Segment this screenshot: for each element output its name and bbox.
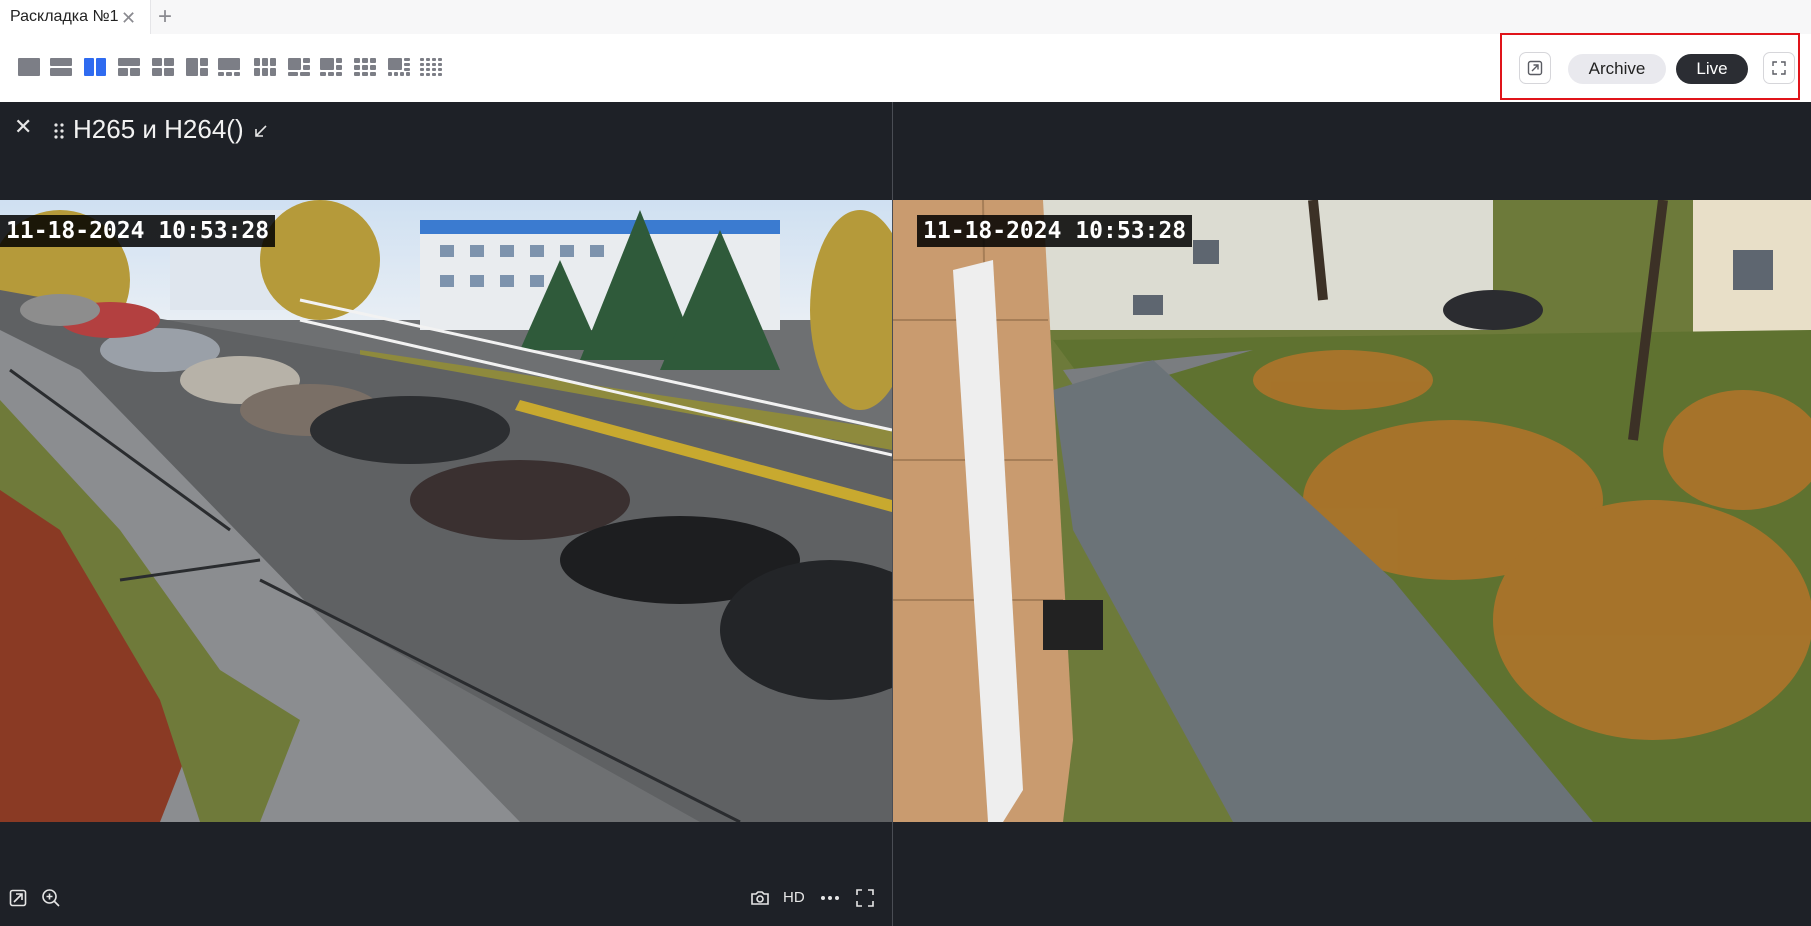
layout-2-rows-icon[interactable] xyxy=(50,58,72,76)
layout-1-big-2-side-icon[interactable] xyxy=(186,58,208,76)
layout-4x4-icon[interactable] xyxy=(420,58,442,76)
camera-timestamp: 11-18-2024 10:53:28 xyxy=(0,215,276,247)
layout-2x2-icon[interactable] xyxy=(152,58,174,76)
plus-icon[interactable]: + xyxy=(158,3,172,31)
archive-button[interactable]: Archive xyxy=(1568,54,1666,84)
camera-snapshot-icon[interactable] xyxy=(750,888,770,908)
quality-toggle[interactable]: HD xyxy=(783,889,805,906)
layout-1-big-7-icon[interactable] xyxy=(388,58,410,76)
drag-handle-icon[interactable] xyxy=(53,122,65,140)
open-in-new-window-icon[interactable] xyxy=(8,888,28,908)
camera-feed-parking[interactable] xyxy=(0,200,892,822)
layout-1-top-2-bottom-icon[interactable] xyxy=(118,58,140,76)
layout-1-big-3-bottom-icon[interactable] xyxy=(218,58,240,76)
more-icon[interactable] xyxy=(820,888,840,908)
zoom-in-icon[interactable] xyxy=(41,888,61,908)
tab-layout-1[interactable]: Раскладка №1 ✕ xyxy=(0,0,151,34)
tab-label: Раскладка №1 xyxy=(10,8,119,25)
layout-1x1-icon[interactable] xyxy=(18,58,40,76)
layout-3x3-icon[interactable] xyxy=(354,58,376,76)
layout-2-columns-icon[interactable] xyxy=(84,58,106,76)
layout-3x2-icon[interactable] xyxy=(254,58,276,76)
arrow-down-left-icon[interactable] xyxy=(253,123,269,139)
fullscreen-icon[interactable] xyxy=(855,888,875,908)
close-icon[interactable]: ✕ xyxy=(14,116,32,138)
layout-1-big-5-icon[interactable] xyxy=(320,58,342,76)
tab-bar: Раскладка №1 ✕ + xyxy=(0,0,1811,35)
open-in-new-window-icon[interactable] xyxy=(1519,52,1551,84)
camera-title: H265 и H264() xyxy=(73,114,244,144)
live-button[interactable]: Live xyxy=(1676,54,1748,84)
layout-1-big-4-icon[interactable] xyxy=(288,58,310,76)
camera-timestamp: 11-18-2024 10:53:28 xyxy=(917,215,1193,247)
fullscreen-icon[interactable] xyxy=(1763,52,1795,84)
camera-feed-sidewalk[interactable] xyxy=(893,200,1811,822)
close-icon[interactable]: ✕ xyxy=(121,8,136,29)
